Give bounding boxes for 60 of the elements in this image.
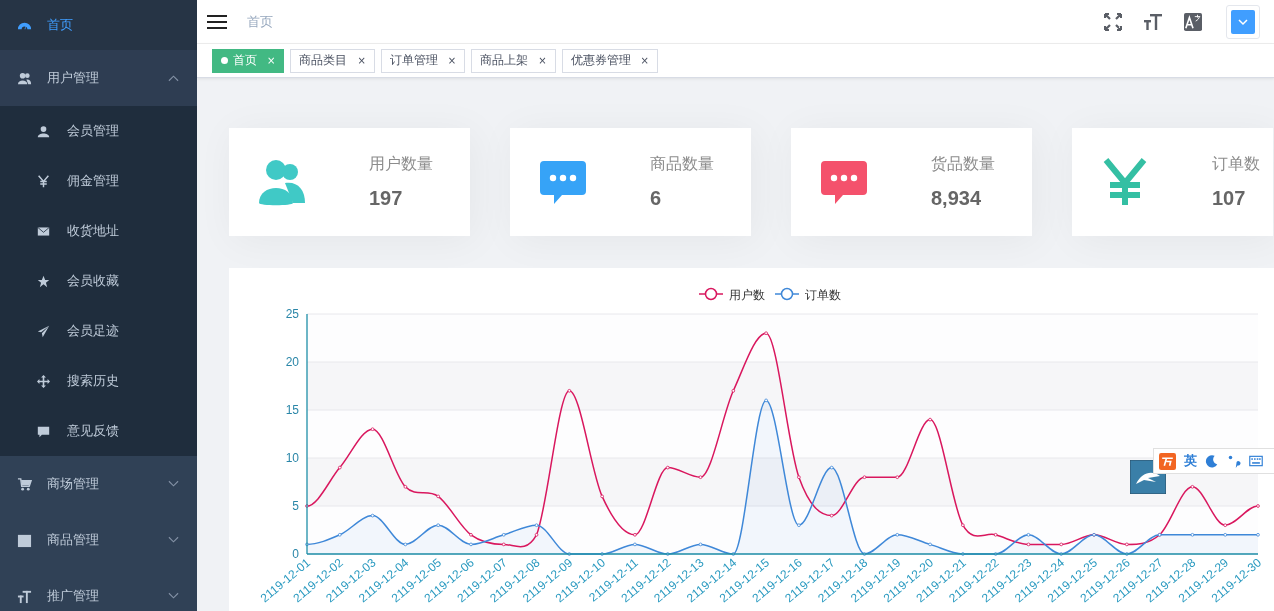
- stat-value: 197: [369, 187, 404, 210]
- caret-icon: [168, 592, 179, 600]
- submenu-item[interactable]: 意见反馈: [0, 406, 197, 456]
- chat-icon: [37, 424, 50, 438]
- legend-item[interactable]: 用户数: [698, 287, 765, 302]
- submenu-item[interactable]: 会员收藏: [0, 256, 197, 306]
- caret-icon: [168, 74, 179, 82]
- menu-item[interactable]: 推广管理: [0, 568, 197, 611]
- submenu-item[interactable]: 会员足迹: [0, 306, 197, 356]
- axis-tick-label: 15: [285, 403, 299, 417]
- text-size-icon[interactable]: [1144, 12, 1162, 31]
- legend-label: 订单数: [805, 287, 841, 302]
- user-dropdown[interactable]: [1226, 4, 1260, 39]
- users-icon: [257, 157, 307, 207]
- ime-mode[interactable]: 英: [1184, 452, 1197, 470]
- move-icon: [37, 374, 50, 388]
- stat-label: 用户数量: [369, 154, 433, 174]
- moon-icon[interactable]: [1205, 454, 1219, 468]
- mail-icon: [37, 224, 50, 238]
- axis-tick-label: 10: [285, 451, 299, 465]
- star-icon: [37, 274, 50, 288]
- tab[interactable]: 优惠券管理 ×: [561, 48, 658, 73]
- tab[interactable]: 订单管理 ×: [380, 48, 466, 73]
- axis-tick-label: 20: [285, 355, 299, 369]
- submenu-item[interactable]: 收货地址: [0, 206, 197, 256]
- yen-icon: [37, 174, 50, 188]
- legend-item[interactable]: 订单数: [774, 287, 841, 302]
- tab[interactable]: 商品类目 ×: [290, 48, 375, 73]
- translate-icon[interactable]: [1184, 12, 1202, 31]
- menu-item[interactable]: 用户管理: [0, 50, 197, 106]
- keyboard-icon[interactable]: [1249, 454, 1263, 468]
- stat-label: 货品数量: [931, 154, 995, 174]
- ime-logo-icon[interactable]: [1159, 452, 1176, 470]
- menu-item[interactable]: 商品管理: [0, 512, 197, 568]
- stat-value: 6: [650, 187, 663, 210]
- punctuation-icon[interactable]: [1227, 454, 1241, 468]
- axis-tick-label: 25: [285, 307, 299, 321]
- legend-label: 用户数: [729, 287, 765, 302]
- caret-icon: [168, 536, 179, 544]
- stat-value: 8,934: [931, 187, 983, 210]
- text-size-icon: [17, 588, 32, 604]
- menu-icon[interactable]: [207, 13, 227, 30]
- stat-value: 107: [1212, 187, 1247, 210]
- fullscreen-icon[interactable]: [1104, 12, 1122, 31]
- user-icon: [37, 124, 50, 138]
- cart-icon: [17, 476, 32, 492]
- axis-tick-label: 0: [292, 547, 299, 561]
- submenu-item[interactable]: 搜索历史: [0, 356, 197, 406]
- submenu-item[interactable]: 佣金管理: [0, 156, 197, 206]
- caret-icon: [1231, 9, 1255, 34]
- menu-item[interactable]: 首页: [0, 0, 197, 50]
- users-icon: [17, 70, 32, 86]
- axis-tick-label: 5: [292, 499, 299, 513]
- caret-icon: [168, 480, 179, 488]
- tab[interactable]: 商品上架 ×: [471, 48, 556, 73]
- submenu-item[interactable]: 会员管理: [0, 106, 197, 156]
- plane-icon: [37, 324, 50, 338]
- menu-item[interactable]: 商场管理: [0, 456, 197, 512]
- stat-label: 订单数: [1212, 154, 1260, 174]
- stat-label: 商品数量: [650, 154, 714, 174]
